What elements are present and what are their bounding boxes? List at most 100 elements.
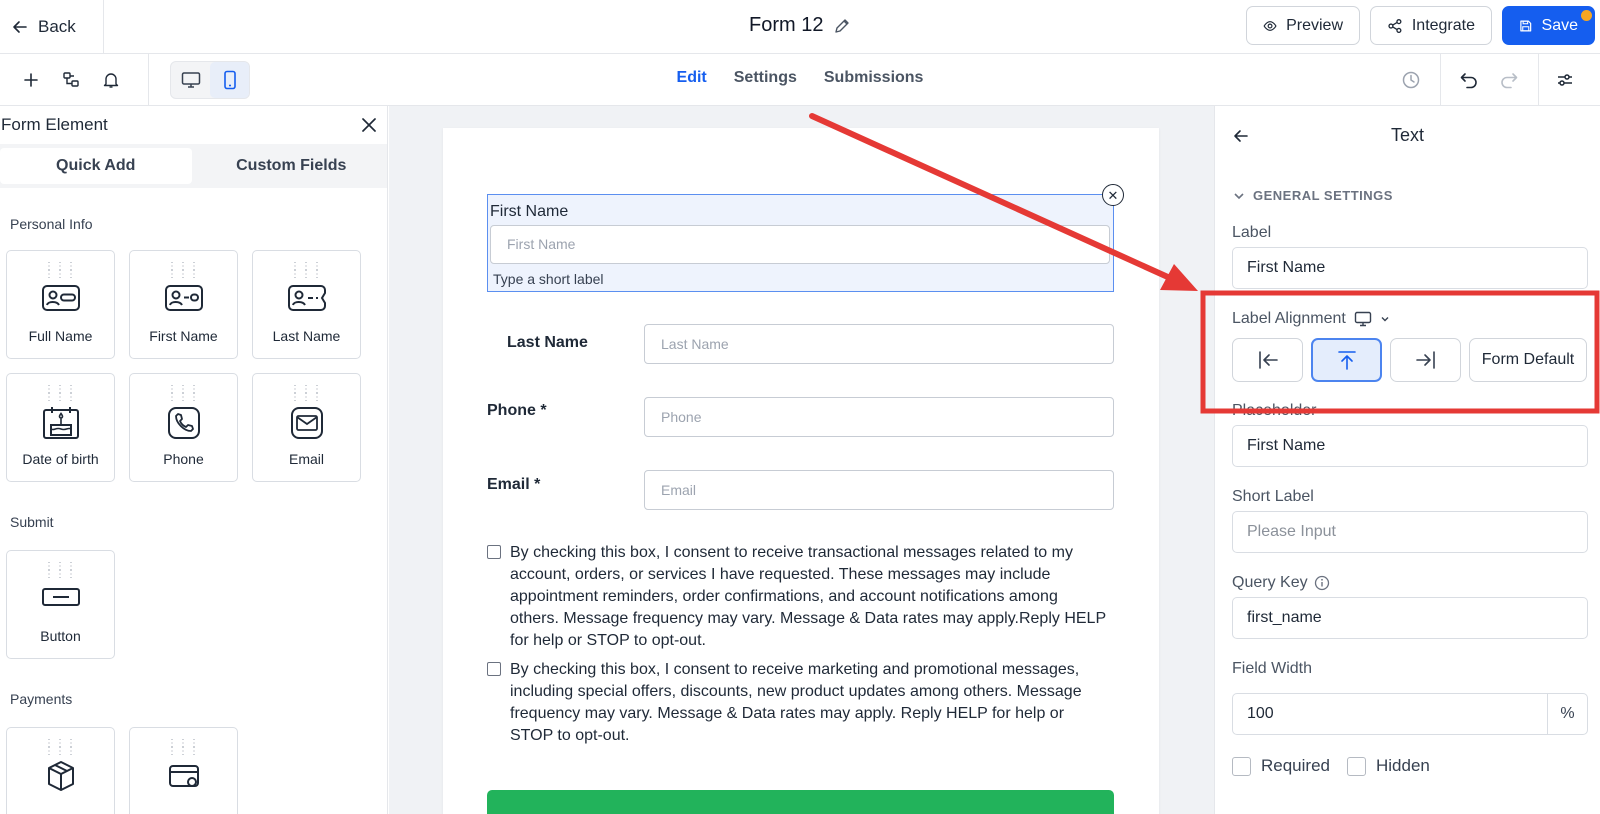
tab-custom-fields[interactable]: Custom Fields [196, 148, 388, 184]
close-icon[interactable] [361, 117, 377, 133]
element-full-name[interactable]: ⋮⋮⋮ ⋮⋮⋮ Full Name [6, 250, 115, 359]
field-width-input[interactable]: 100 % [1232, 693, 1588, 735]
section-title: GENERAL SETTINGS [1253, 188, 1393, 203]
top-bar: Back Form 12 Preview Integrate Save [0, 0, 1600, 54]
consent-checkbox[interactable] [487, 545, 501, 559]
info-icon[interactable] [1314, 575, 1330, 591]
panel-header: Form Element [0, 106, 387, 144]
history-button[interactable] [1396, 65, 1426, 95]
last-name-field: Last Name Last Name [487, 324, 1114, 364]
form-title[interactable]: Form 12 [0, 14, 1600, 37]
element-phone[interactable]: ⋮⋮⋮ ⋮⋮⋮ Phone [129, 373, 238, 482]
first-name-input[interactable]: First Name [490, 225, 1110, 264]
field-label: Phone * [487, 402, 547, 419]
tab-settings[interactable]: Settings [734, 69, 797, 87]
drag-handle-icon: ⋮⋮⋮ ⋮⋮⋮ [44, 384, 77, 403]
id-card-icon [41, 285, 80, 311]
integrate-button[interactable]: Integrate [1370, 6, 1492, 45]
save-button[interactable]: Save [1502, 6, 1595, 45]
divider [1440, 54, 1441, 106]
label-alignment-text: Label Alignment [1232, 310, 1346, 327]
button-icon [41, 588, 80, 606]
save-icon [1520, 20, 1532, 31]
tab-quick-add[interactable]: Quick Add [0, 148, 192, 184]
editor-toolbar: Edit Settings Submissions [0, 54, 1600, 106]
form-default-button[interactable]: Form Default [1469, 338, 1587, 382]
section-title: Submit [10, 514, 54, 530]
email-field: Email * Email [487, 470, 1114, 510]
undo-button[interactable] [1454, 65, 1484, 95]
form-title-text: Form 12 [748, 14, 824, 36]
sliders-icon [1558, 74, 1572, 86]
panel-title: Text [1390, 125, 1424, 145]
label-input[interactable]: First Name [1232, 247, 1588, 289]
form-preview: First Name First Name Type a short label… [443, 128, 1159, 814]
last-name-input[interactable]: Last Name [644, 324, 1114, 364]
align-top-button[interactable] [1311, 338, 1382, 382]
field-label: Last Name [507, 334, 588, 351]
preview-button[interactable]: Preview [1246, 6, 1360, 45]
drag-handle-icon: ⋮⋮⋮ ⋮⋮⋮ [167, 261, 200, 280]
save-label: Save [1541, 16, 1578, 34]
placeholder-input[interactable]: First Name [1232, 425, 1588, 467]
align-left-button[interactable] [1232, 338, 1303, 382]
section-title: Personal Info [10, 216, 93, 232]
hidden-option: Hidden [1347, 756, 1430, 776]
general-settings-toggle[interactable]: GENERAL SETTINGS [1233, 188, 1393, 203]
short-label: Type a short label [493, 271, 604, 287]
share-icon [1388, 18, 1402, 33]
element-first-name[interactable]: ⋮⋮⋮ ⋮⋮⋮ First Name [129, 250, 238, 359]
element-date-of-birth[interactable]: ⋮⋮⋮ ⋮⋮⋮ Date of birth [6, 373, 115, 482]
phone-input[interactable]: Phone [644, 397, 1114, 437]
phone-icon [167, 407, 200, 439]
element-last-name[interactable]: ⋮⋮⋮ ⋮⋮⋮ Last Name [252, 250, 361, 359]
consent-text: By checking this box, I consent to recei… [510, 544, 1106, 649]
element-label: Email [288, 451, 324, 467]
align-right-button[interactable] [1390, 338, 1461, 382]
field-width-title: Field Width [1232, 660, 1313, 677]
remove-field-button[interactable]: ✕ [1102, 184, 1124, 206]
redo-icon [1501, 73, 1518, 89]
selected-first-name-field[interactable]: First Name First Name Type a short label… [487, 184, 1124, 292]
align-top-icon [1337, 351, 1356, 370]
query-key-text: Query Key [1232, 574, 1308, 591]
panel-tabs: Quick Add Custom Fields [0, 144, 387, 188]
submit-grid: ⋮⋮⋮ ⋮⋮⋮ Button [0, 550, 387, 659]
element-button[interactable]: ⋮⋮⋮ ⋮⋮⋮ Button [6, 550, 115, 659]
email-input[interactable]: Email [644, 470, 1114, 510]
form-element-panel: Form Element Quick Add Custom Fields Per… [0, 106, 388, 814]
short-label-input[interactable]: Please Input [1232, 511, 1588, 553]
field-width-value: 100 [1247, 705, 1274, 722]
adjustments-button[interactable] [1550, 65, 1580, 95]
align-right-icon [1415, 351, 1435, 369]
desktop-icon[interactable] [1354, 311, 1372, 327]
marketing-consent: By checking this box, I consent to recei… [487, 659, 1107, 747]
element-product[interactable]: ⋮⋮⋮ ⋮⋮⋮ [6, 727, 115, 814]
element-payment[interactable]: ⋮⋮⋮ ⋮⋮⋮ [129, 727, 238, 814]
required-label: Required [1261, 756, 1330, 775]
cake-icon [42, 407, 79, 439]
consent-checkbox[interactable] [487, 662, 501, 676]
tab-submissions[interactable]: Submissions [824, 69, 924, 87]
preview-label: Preview [1286, 16, 1343, 34]
query-key-input[interactable]: first_name [1232, 597, 1588, 639]
label-alignment-options: Form Default [1232, 338, 1587, 382]
undo-icon [1460, 73, 1477, 89]
integrate-label: Integrate [1411, 16, 1475, 34]
element-label: Last Name [272, 328, 341, 344]
required-option: Required [1232, 756, 1330, 776]
history-icon [1402, 71, 1420, 89]
element-email[interactable]: ⋮⋮⋮ ⋮⋮⋮ Email [252, 373, 361, 482]
redo-button[interactable] [1494, 65, 1524, 95]
section-title: Payments [10, 691, 73, 707]
submit-button[interactable] [487, 790, 1114, 814]
eye-icon [1263, 20, 1277, 31]
card-icon [168, 765, 199, 787]
tab-edit[interactable]: Edit [677, 69, 707, 87]
hidden-checkbox[interactable] [1347, 756, 1366, 776]
required-checkbox[interactable] [1232, 756, 1251, 776]
chevron-down-icon[interactable] [1380, 314, 1390, 324]
pencil-icon[interactable] [833, 17, 851, 35]
drag-handle-icon: ⋮⋮⋮ ⋮⋮⋮ [44, 261, 77, 280]
drag-handle-icon: ⋮⋮⋮ ⋮⋮⋮ [44, 561, 77, 580]
